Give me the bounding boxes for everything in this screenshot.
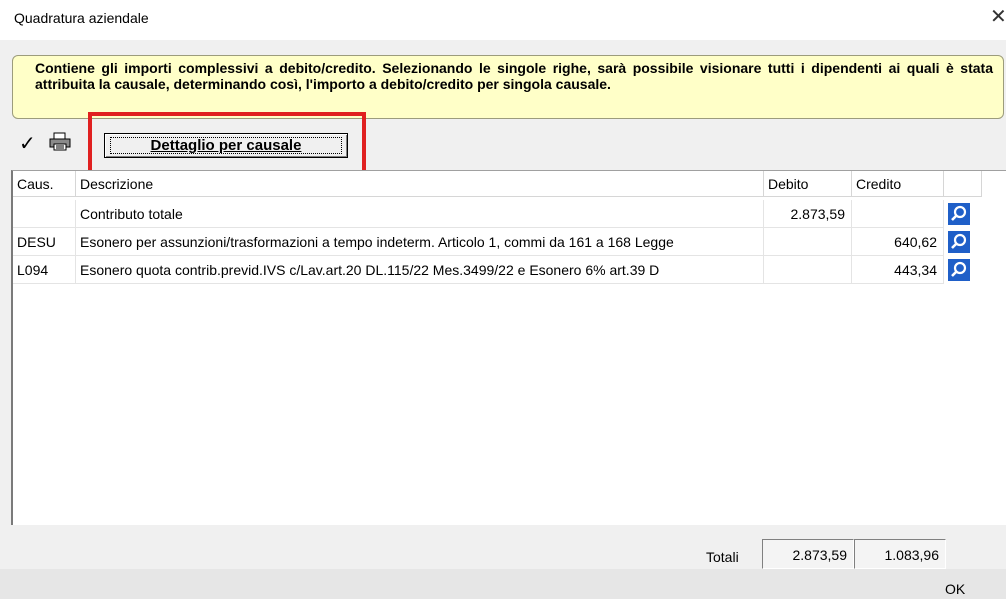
- cell-credito: [852, 200, 944, 228]
- cell-debito: [764, 256, 852, 284]
- column-header-action: [944, 171, 982, 197]
- column-header-caus[interactable]: Caus.: [13, 171, 76, 197]
- column-header-credito[interactable]: Credito: [852, 171, 944, 197]
- total-credito: 1.083,96: [854, 539, 946, 569]
- magnifier-icon[interactable]: [948, 231, 970, 253]
- cell-debito: [764, 228, 852, 256]
- ok-button[interactable]: OK: [945, 581, 965, 597]
- cell-descrizione: Esonero quota contrib.previd.IVS c/Lav.a…: [76, 256, 764, 284]
- title-bar: Quadratura aziendale ✕: [0, 0, 1006, 40]
- table-row[interactable]: DESU Esonero per assunzioni/trasformazio…: [13, 228, 1006, 256]
- cell-descrizione: Esonero per assunzioni/trasformazioni a …: [76, 228, 764, 256]
- cell-credito: 443,34: [852, 256, 944, 284]
- magnifier-icon[interactable]: [948, 203, 970, 225]
- table-row[interactable]: Contributo totale 2.873,59: [13, 200, 1006, 228]
- totals-label: Totali: [706, 549, 739, 565]
- footer-bar: OK: [0, 569, 1006, 599]
- checkmark-icon[interactable]: ✓: [19, 131, 36, 156]
- info-banner: Contiene gli importi complessivi a debit…: [12, 55, 1004, 119]
- close-icon[interactable]: ✕: [990, 7, 1006, 27]
- printer-icon[interactable]: [49, 132, 71, 157]
- column-header-descrizione[interactable]: Descrizione: [76, 171, 764, 197]
- causali-table: Caus. Descrizione Debito Credito Contrib…: [11, 170, 1006, 525]
- detail-per-causale-button[interactable]: Dettaglio per causale: [104, 133, 348, 158]
- total-debito: 2.873,59: [762, 539, 854, 569]
- cell-credito: 640,62: [852, 228, 944, 256]
- cell-caus: DESU: [13, 228, 76, 256]
- column-header-debito[interactable]: Debito: [764, 171, 852, 197]
- cell-debito: 2.873,59: [764, 200, 852, 228]
- window-title: Quadratura aziendale: [14, 10, 149, 26]
- magnifier-icon[interactable]: [948, 259, 970, 281]
- table-row[interactable]: L094 Esonero quota contrib.previd.IVS c/…: [13, 256, 1006, 284]
- cell-descrizione: Contributo totale: [76, 200, 764, 228]
- cell-caus: [13, 200, 76, 228]
- cell-caus: L094: [13, 256, 76, 284]
